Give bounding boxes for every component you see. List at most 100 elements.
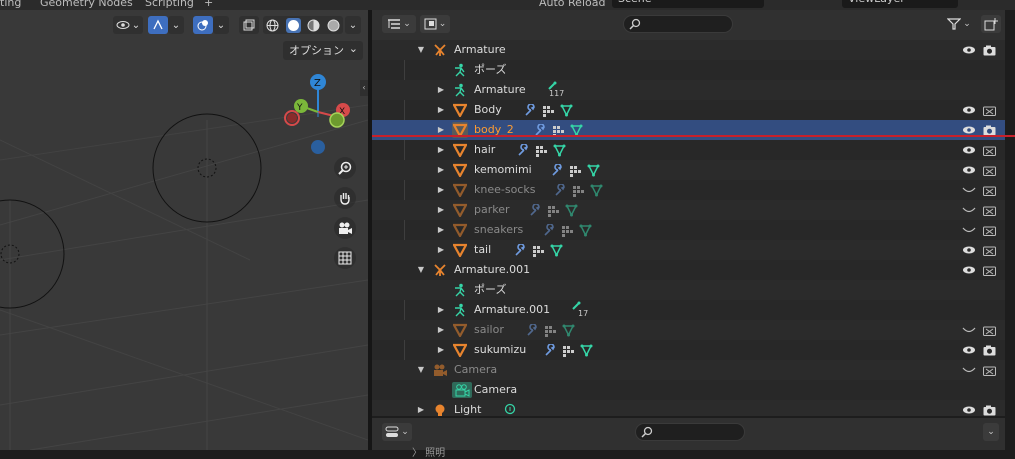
wrench-icon[interactable] bbox=[552, 182, 568, 198]
vertex-groups-icon[interactable] bbox=[530, 242, 546, 258]
expand-toggle[interactable]: ▶ bbox=[436, 240, 446, 260]
visibility-eye-icon[interactable] bbox=[962, 43, 976, 57]
mesh-data-icon[interactable] bbox=[560, 322, 576, 338]
workspace-tab-scripting[interactable]: Scripting bbox=[145, 0, 194, 9]
visibility-eye-icon[interactable] bbox=[962, 143, 976, 157]
wrench-icon[interactable] bbox=[549, 162, 565, 178]
render-disabled-icon[interactable] bbox=[982, 243, 996, 257]
wrench-icon[interactable] bbox=[522, 102, 538, 118]
wrench-icon[interactable] bbox=[524, 322, 540, 338]
expand-toggle[interactable]: ▶ bbox=[436, 180, 446, 200]
outliner-row-armature[interactable]: ▼ Armature bbox=[372, 40, 1005, 60]
render-disabled-icon[interactable] bbox=[982, 163, 996, 177]
expand-toggle[interactable]: ▶ bbox=[416, 400, 426, 416]
mesh-data-icon[interactable] bbox=[585, 162, 601, 178]
expand-toggle[interactable]: ▶ bbox=[436, 320, 446, 340]
expand-toggle[interactable]: ▼ bbox=[416, 260, 426, 280]
3d-viewport[interactable]: ⌄ ⌄ ⌄ ⌄ オプション ⌄ Z Y X ‹ bbox=[0, 10, 368, 450]
material-shading-icon[interactable] bbox=[307, 19, 320, 32]
visibility-eye-icon[interactable] bbox=[962, 103, 976, 117]
outliner-row-sneakers[interactable]: ▶ sneakers bbox=[372, 220, 1005, 240]
outliner-row-armature-001[interactable]: ▼ Armature.001 bbox=[372, 260, 1005, 280]
expand-toggle[interactable]: ▶ bbox=[436, 200, 446, 220]
wrench-icon[interactable] bbox=[541, 222, 557, 238]
xray-toggle-button[interactable] bbox=[239, 16, 259, 34]
vertex-groups-icon[interactable] bbox=[533, 142, 549, 158]
vertex-groups-icon[interactable] bbox=[542, 322, 558, 338]
visibility-eye-icon[interactable] bbox=[962, 403, 976, 416]
hidden-eye-icon[interactable] bbox=[962, 223, 976, 237]
editor-type-dropdown[interactable]: ⌄ bbox=[382, 15, 416, 33]
outliner-row-sukumizu[interactable]: ▶ sukumizu bbox=[372, 340, 1005, 360]
outliner-row-pose[interactable]: ポーズ bbox=[372, 60, 1005, 80]
wrench-icon[interactable] bbox=[542, 342, 558, 358]
properties-search-input[interactable] bbox=[635, 423, 745, 441]
mesh-data-icon[interactable] bbox=[551, 142, 567, 158]
outliner-row-armature-data[interactable]: ▶ Armature 117 bbox=[372, 80, 1005, 100]
wrench-icon[interactable] bbox=[512, 242, 528, 258]
render-disabled-icon[interactable] bbox=[982, 223, 996, 237]
outliner-row-sailor[interactable]: ▶ sailor bbox=[372, 320, 1005, 340]
solid-shading-icon[interactable] bbox=[285, 17, 301, 33]
expand-toggle[interactable]: ▶ bbox=[436, 220, 446, 240]
outliner-row-camera-data[interactable]: Camera bbox=[372, 380, 1005, 400]
overlay-dropdown[interactable]: ⌄ bbox=[213, 16, 229, 34]
visibility-eye-icon[interactable] bbox=[962, 263, 976, 277]
outliner-row-tail[interactable]: ▶ tail bbox=[372, 240, 1005, 260]
wireframe-shading-icon[interactable] bbox=[266, 19, 279, 32]
outliner-row-light[interactable]: ▶ Light bbox=[372, 400, 1005, 416]
options-dropdown[interactable]: オプション ⌄ bbox=[283, 41, 363, 60]
outliner-row-armature-001-data[interactable]: ▶ Armature.001 17 bbox=[372, 300, 1005, 320]
vertex-groups-icon[interactable] bbox=[545, 202, 561, 218]
zoom-button[interactable] bbox=[334, 157, 356, 179]
render-camera-icon[interactable] bbox=[982, 43, 996, 57]
expand-toggle[interactable]: ▼ bbox=[416, 360, 426, 380]
add-workspace-button[interactable]: + bbox=[204, 0, 213, 9]
expand-toggle[interactable]: ▶ bbox=[436, 160, 446, 180]
visibility-eye-icon[interactable] bbox=[962, 243, 976, 257]
filter-dropdown[interactable]: ⌄ bbox=[944, 15, 974, 33]
expand-toggle[interactable]: ▶ bbox=[436, 300, 446, 320]
render-disabled-icon[interactable] bbox=[982, 363, 996, 377]
view-layer-selector[interactable]: ViewLayer bbox=[842, 0, 958, 8]
gizmo-dropdown[interactable]: ⌄ bbox=[168, 16, 184, 34]
outliner-search-input[interactable] bbox=[623, 15, 733, 33]
ortho-toggle-button[interactable] bbox=[334, 247, 356, 269]
outliner-row-parker[interactable]: ▶ parker bbox=[372, 200, 1005, 220]
render-disabled-icon[interactable] bbox=[982, 143, 996, 157]
gizmo-toggle-button[interactable] bbox=[148, 16, 168, 34]
mesh-data-icon[interactable] bbox=[558, 102, 574, 118]
expand-toggle[interactable]: ▶ bbox=[436, 140, 446, 160]
render-disabled-icon[interactable] bbox=[982, 323, 996, 337]
outliner-row-body-2[interactable]: ▶ body_2 bbox=[372, 120, 1005, 140]
pan-button[interactable] bbox=[334, 187, 356, 209]
wrench-icon[interactable] bbox=[515, 142, 531, 158]
render-camera-icon[interactable] bbox=[982, 343, 996, 357]
camera-view-button[interactable] bbox=[334, 217, 356, 239]
outliner-row-camera[interactable]: ▼ Camera bbox=[372, 360, 1005, 380]
workspace-tab-geometry-nodes[interactable]: Geometry Nodes bbox=[40, 0, 133, 9]
expand-toggle[interactable]: ▼ bbox=[416, 40, 426, 60]
navigation-gizmo[interactable]: Z Y X bbox=[283, 72, 353, 162]
render-disabled-icon[interactable] bbox=[982, 183, 996, 197]
shading-dropdown[interactable]: ⌄ bbox=[345, 16, 361, 34]
scene-selector[interactable]: Scene bbox=[612, 0, 764, 8]
hidden-eye-icon[interactable] bbox=[962, 183, 976, 197]
outliner-row-knee-socks[interactable]: ▶ knee-socks bbox=[372, 180, 1005, 200]
expand-toggle[interactable]: ▶ bbox=[436, 120, 446, 140]
outliner-row-hair[interactable]: ▶ hair bbox=[372, 140, 1005, 160]
sidebar-toggle[interactable]: ‹ bbox=[360, 80, 368, 96]
visibility-eye-icon[interactable] bbox=[962, 163, 976, 177]
hidden-eye-icon[interactable] bbox=[962, 203, 976, 217]
expand-toggle[interactable]: ▶ bbox=[436, 100, 446, 120]
mesh-data-icon[interactable] bbox=[563, 202, 579, 218]
overlay-toggle-button[interactable] bbox=[193, 16, 213, 34]
mesh-data-icon[interactable] bbox=[578, 342, 594, 358]
outliner-row-pose-2[interactable]: ポーズ bbox=[372, 280, 1005, 300]
rendered-shading-icon[interactable] bbox=[327, 19, 340, 32]
vertex-groups-icon[interactable] bbox=[567, 162, 583, 178]
hidden-eye-icon[interactable] bbox=[962, 323, 976, 337]
vertex-groups-icon[interactable] bbox=[559, 222, 575, 238]
expand-toggle[interactable]: ▶ bbox=[436, 340, 446, 360]
wrench-icon[interactable] bbox=[527, 202, 543, 218]
